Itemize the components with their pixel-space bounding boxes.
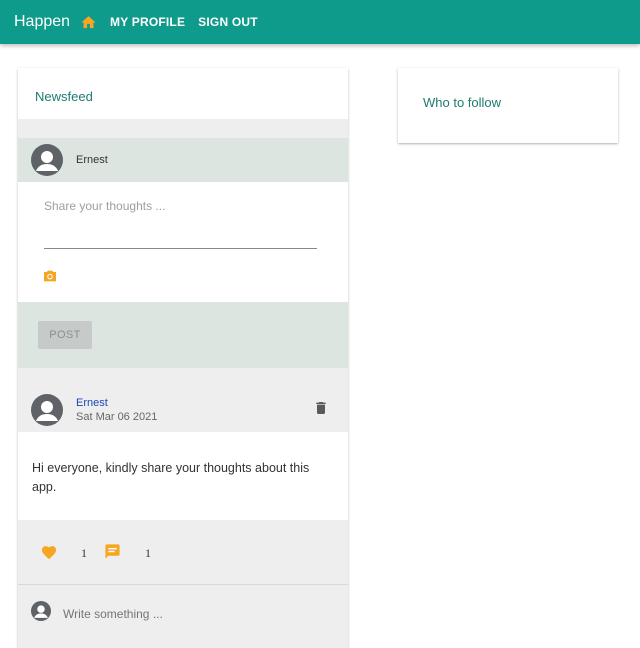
delete-icon[interactable] [313,399,329,417]
comment-count: 1 [145,546,151,560]
comment-input[interactable] [63,607,323,621]
home-icon[interactable] [80,14,97,31]
post-actions: 1 1 [18,520,348,584]
avatar[interactable] [31,394,63,426]
new-post-form: Ernest POST [18,138,348,368]
comment-icon[interactable] [104,543,121,560]
who-to-follow-card: Who to follow [398,68,618,143]
post-text: Hi everyone, kindly share your thoughts … [18,432,348,520]
post-author-link[interactable]: Ernest [76,397,157,409]
post-meta: Ernest Sat Mar 06 2021 [76,397,157,423]
newsfeed-card: Newsfeed Ernest POST Ernest Sat Mar 06 2… [18,68,348,648]
new-post-user-name: Ernest [76,154,108,166]
who-to-follow-title: Who to follow [423,95,502,110]
comment-row [18,585,348,625]
like-heart-icon[interactable] [40,544,58,561]
avatar [31,601,51,621]
avatar [31,144,63,176]
camera-icon[interactable] [42,268,58,284]
app-bar: Happen MY PROFILE SIGN OUT [0,0,640,44]
new-post-header: Ernest [18,138,348,182]
like-count: 1 [81,546,87,560]
share-thoughts-input[interactable] [44,199,317,249]
post-date: Sat Mar 06 2021 [76,411,158,423]
app-title: Happen [14,13,71,30]
post-card: Ernest Sat Mar 06 2021 Hi everyone, kind… [18,388,348,648]
new-post-body [18,182,348,302]
newsfeed-title: Newsfeed [18,68,348,119]
sign-out-link[interactable]: SIGN OUT [198,15,258,29]
post-header: Ernest Sat Mar 06 2021 [18,388,348,432]
post-button[interactable]: POST [38,321,92,349]
new-post-footer: POST [18,302,348,368]
my-profile-link[interactable]: MY PROFILE [110,15,185,29]
